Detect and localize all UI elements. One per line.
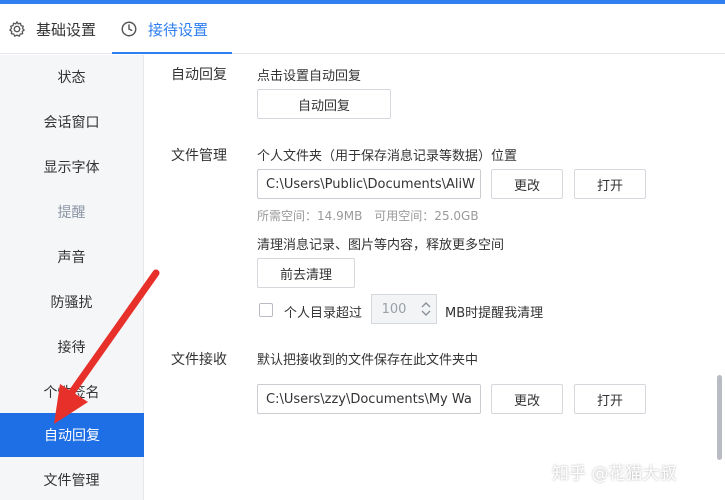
sidebar-item-label: 提醒 bbox=[57, 205, 86, 221]
auto-reply-section-label: 自动回复 bbox=[171, 67, 227, 83]
receive-folder-path-input[interactable]: C:\Users\zzy\Documents\My Wa bbox=[257, 384, 481, 414]
sidebar-item-label: 声音 bbox=[57, 250, 86, 266]
receive-folder-open-button[interactable]: 打开 bbox=[574, 384, 646, 414]
sidebar-item-chat-window[interactable]: 会话窗口 bbox=[0, 100, 143, 144]
go-clean-button[interactable]: 前去清理 bbox=[257, 258, 355, 288]
sidebar-item-file-management[interactable]: 文件管理 bbox=[0, 458, 143, 500]
file-receive-section-label: 文件接收 bbox=[171, 352, 227, 368]
file-management-section-label: 文件管理 bbox=[171, 148, 227, 164]
threshold-prefix: 个人目录超过 bbox=[284, 306, 363, 321]
sidebar-item-sound[interactable]: 声音 bbox=[0, 235, 143, 279]
sidebar-item-reminder[interactable]: 提醒 bbox=[0, 190, 143, 234]
settings-tab-bar: 基础设置 接待设置 bbox=[0, 4, 725, 54]
active-tab-indicator bbox=[112, 52, 232, 54]
tab-basic-settings[interactable]: 基础设置 bbox=[8, 4, 96, 54]
receive-folder-change-button[interactable]: 更改 bbox=[491, 384, 563, 414]
threshold-reminder-checkbox[interactable] bbox=[259, 303, 273, 317]
content-scrollbar[interactable] bbox=[717, 375, 722, 460]
file-receive-hint: 默认把接收到的文件保存在此文件夹中 bbox=[257, 353, 479, 368]
personal-folder-open-button[interactable]: 打开 bbox=[574, 169, 646, 199]
settings-content: 自动回复 点击设置自动回复 自动回复 文件管理 个人文件夹（用于保存消息记录等数… bbox=[145, 55, 725, 500]
sidebar-item-signature[interactable]: 个性签名 bbox=[0, 370, 143, 414]
auto-reply-hint: 点击设置自动回复 bbox=[257, 69, 362, 84]
threshold-value: 100 bbox=[381, 301, 407, 317]
gear-icon bbox=[9, 21, 25, 37]
sidebar-item-label: 接待 bbox=[57, 340, 86, 356]
threshold-suffix: MB时提醒我清理 bbox=[445, 306, 544, 321]
sidebar-item-label: 状态 bbox=[57, 70, 86, 86]
sidebar-item-label: 个性签名 bbox=[43, 385, 100, 401]
threshold-stepper[interactable]: 100 bbox=[371, 294, 437, 324]
sidebar-item-auto-reply[interactable]: 自动回复 bbox=[0, 413, 144, 457]
clean-hint: 清理消息记录、图片等内容，释放更多空间 bbox=[257, 238, 505, 253]
personal-folder-path-input[interactable]: C:\Users\Public\Documents\AliW bbox=[257, 169, 481, 199]
sidebar-item-reception[interactable]: 接待 bbox=[0, 325, 143, 369]
tab-reception-label: 接待设置 bbox=[148, 20, 209, 39]
sidebar-item-status[interactable]: 状态 bbox=[0, 55, 143, 99]
space-info: 所需空间：14.9MB 可用空间：25.0GB bbox=[257, 209, 479, 223]
tab-basic-label: 基础设置 bbox=[36, 20, 97, 39]
sidebar-item-anti-harassment[interactable]: 防骚扰 bbox=[0, 280, 143, 324]
sidebar-item-display-font[interactable]: 显示字体 bbox=[0, 145, 143, 189]
sidebar-item-label: 防骚扰 bbox=[50, 295, 93, 311]
settings-sidebar: 状态 会话窗口 显示字体 提醒 声音 防骚扰 接待 个性签名 自动回复 文件管理 bbox=[0, 55, 144, 500]
sidebar-item-label: 会话窗口 bbox=[43, 115, 100, 131]
tab-reception-settings[interactable]: 接待设置 bbox=[120, 4, 208, 54]
sidebar-item-label: 显示字体 bbox=[43, 160, 100, 176]
watermark: 知乎 @花猫大叔 bbox=[552, 463, 677, 484]
clock-icon bbox=[121, 21, 137, 37]
sidebar-item-label: 自动回复 bbox=[44, 428, 100, 444]
personal-folder-title: 个人文件夹（用于保存消息记录等数据）位置 bbox=[257, 149, 518, 164]
personal-folder-change-button[interactable]: 更改 bbox=[491, 169, 563, 199]
auto-reply-button[interactable]: 自动回复 bbox=[257, 89, 391, 119]
stepper-arrows-icon[interactable] bbox=[416, 295, 436, 323]
sidebar-item-label: 文件管理 bbox=[43, 473, 100, 489]
